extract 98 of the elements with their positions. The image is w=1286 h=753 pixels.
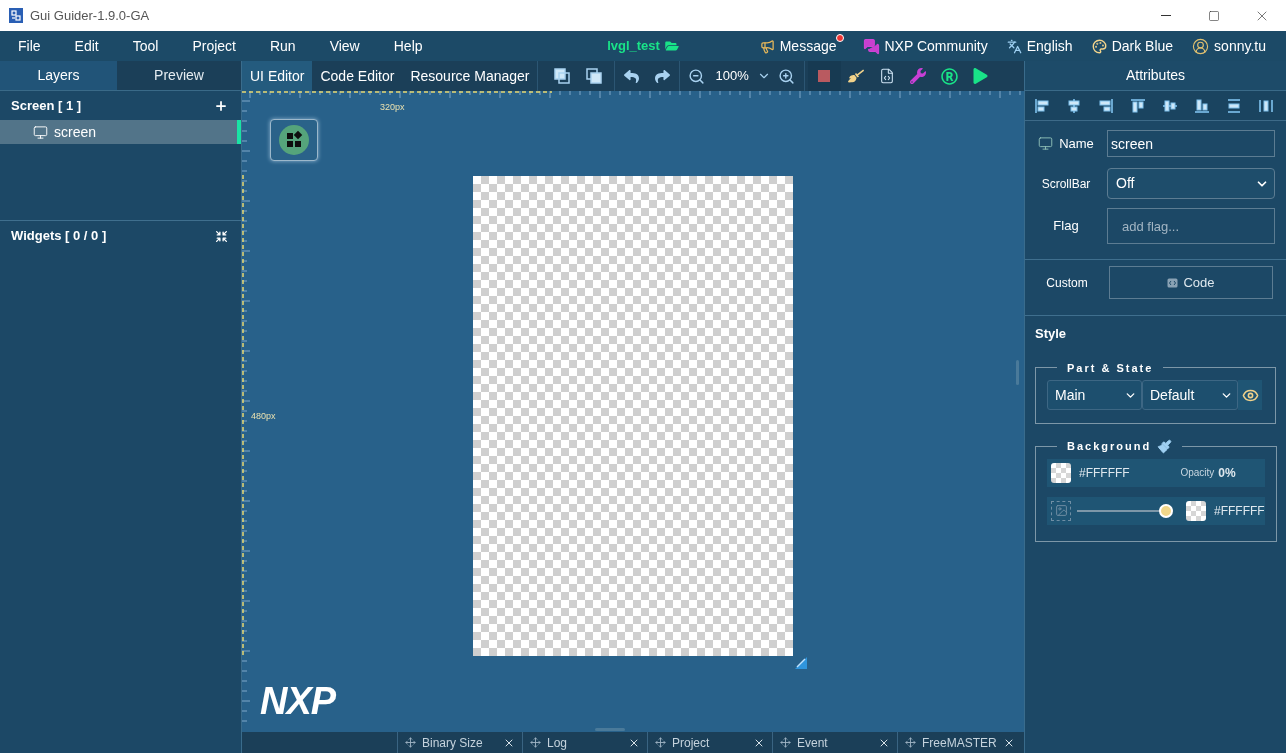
background-legend: Background xyxy=(1067,438,1152,455)
image-color-value: #FFFFFF xyxy=(1214,502,1265,520)
color-swatch-icon[interactable] xyxy=(1186,500,1206,521)
monitor-icon xyxy=(1038,136,1054,151)
distribute-horizontal-icon xyxy=(1258,97,1274,114)
state-select[interactable]: Default xyxy=(1142,380,1238,410)
menu-item[interactable]: Edit xyxy=(57,31,116,61)
bring-forward-icon xyxy=(554,68,571,84)
megaphone-icon xyxy=(759,38,775,54)
code-file-icon xyxy=(879,68,896,84)
preview-toggle-button[interactable] xyxy=(1238,380,1262,410)
splitter-handle[interactable] xyxy=(1016,360,1019,385)
scrollbar-label: ScrollBar xyxy=(1040,175,1092,193)
move-arrows-icon xyxy=(780,737,791,748)
align-bottom-icon xyxy=(1194,97,1210,114)
stop-square-icon xyxy=(818,70,831,82)
user-icon xyxy=(1192,37,1210,55)
zoom-out-icon xyxy=(687,67,705,85)
panel-tab[interactable]: Layers xyxy=(0,61,117,90)
message-menu-button[interactable]: Message xyxy=(755,31,844,61)
menu-item[interactable]: View xyxy=(312,31,377,61)
window-title: Gui Guider-1.9.0-GA xyxy=(30,6,150,25)
distribute-vertical-icon xyxy=(1226,97,1242,114)
align-top-icon xyxy=(1130,97,1146,114)
maximize-icon xyxy=(1208,9,1220,22)
collapse-widgets-button[interactable] xyxy=(215,229,228,243)
opacity-label: Opacity xyxy=(1180,466,1215,480)
minimize-icon xyxy=(1161,15,1171,16)
language-menu-button[interactable]: English xyxy=(1002,31,1073,61)
dock-tab[interactable]: Event xyxy=(772,732,897,753)
redo-icon xyxy=(654,68,672,84)
name-input[interactable]: screen xyxy=(1107,130,1275,157)
menu-item[interactable]: Run xyxy=(252,31,313,61)
menu-item[interactable]: Project xyxy=(175,31,253,61)
widgets-section-title: Widgets [ 0 / 0 ] xyxy=(11,227,107,246)
flag-label: Flag xyxy=(1052,217,1080,236)
align-middle-icon xyxy=(1162,97,1178,114)
dock-tab[interactable]: Binary Size xyxy=(397,732,522,753)
move-arrows-icon xyxy=(405,737,416,748)
name-label: Name xyxy=(1059,134,1094,153)
part-state-legend: Part & State xyxy=(1057,359,1164,376)
palette-icon xyxy=(1091,38,1107,54)
user-menu-button[interactable]: sonny.tu xyxy=(1188,31,1266,61)
move-arrows-icon xyxy=(905,737,916,748)
image-opacity-slider[interactable] xyxy=(1077,503,1173,518)
menu-item[interactable]: File xyxy=(1,31,58,61)
part-select[interactable]: Main xyxy=(1047,380,1142,410)
align-center-icon xyxy=(1066,97,1082,114)
code-button[interactable]: Code xyxy=(1109,266,1273,299)
play-icon xyxy=(972,68,988,84)
attributes-title: Attributes xyxy=(1125,66,1186,85)
screen-section-title: Screen [ 1 ] xyxy=(11,96,82,115)
broom-icon xyxy=(848,68,865,84)
project-name-button[interactable]: lvgl_test xyxy=(607,36,679,56)
zoom-select[interactable]: 100% xyxy=(708,61,773,91)
paintbrush-icon xyxy=(1157,438,1173,454)
menu-item[interactable]: Tool xyxy=(115,31,176,61)
editor-tab[interactable]: UI Editor xyxy=(242,61,313,91)
widgets-icon xyxy=(279,125,309,155)
opacity-value: 0% xyxy=(1218,464,1236,482)
flag-input[interactable]: add flag... xyxy=(1107,208,1275,244)
horizontal-scroll-handle[interactable] xyxy=(595,728,625,731)
add-screen-button[interactable] xyxy=(214,98,228,113)
menu-item[interactable]: Help xyxy=(376,31,440,61)
zoom-in-icon xyxy=(778,67,796,85)
folder-icon xyxy=(664,40,679,52)
dock-tab[interactable]: FreeMASTER xyxy=(897,732,1022,753)
chat-bubbles-icon xyxy=(862,37,880,55)
undo-icon xyxy=(623,68,641,84)
widget-library-button[interactable] xyxy=(270,119,318,161)
move-arrows-icon xyxy=(655,737,666,748)
app-logo-icon xyxy=(9,8,23,23)
community-menu-button[interactable]: NXP Community xyxy=(858,31,988,61)
panel-tab[interactable]: Preview xyxy=(117,61,241,90)
resize-handle-icon xyxy=(795,657,807,669)
nxp-logo: NXP xyxy=(260,682,336,720)
width-label: 320px xyxy=(380,101,405,114)
translate-icon xyxy=(1006,38,1022,54)
add-icon xyxy=(214,98,228,113)
dock-tab[interactable]: Project xyxy=(647,732,772,753)
send-backward-icon xyxy=(586,68,603,84)
height-label: 480px xyxy=(251,410,276,423)
align-right-icon xyxy=(1098,97,1114,114)
shrink-arrows-icon xyxy=(215,229,228,243)
custom-label: Custom xyxy=(1045,274,1089,292)
color-swatch-icon[interactable] xyxy=(1051,462,1071,483)
dock-tab[interactable]: Log xyxy=(522,732,647,753)
slider-thumb[interactable] xyxy=(1159,503,1173,518)
monitor-icon xyxy=(33,124,48,140)
theme-menu-button[interactable]: Dark Blue xyxy=(1087,31,1174,61)
move-arrows-icon xyxy=(530,737,541,748)
color-value: #FFFFFF xyxy=(1079,464,1130,482)
screen-list-item[interactable]: screen xyxy=(0,120,241,144)
wrench-icon xyxy=(910,68,927,84)
code-box-icon xyxy=(1167,277,1179,288)
align-left-icon xyxy=(1034,97,1050,114)
scrollbar-select[interactable]: Off xyxy=(1107,168,1275,199)
style-heading: Style xyxy=(1035,325,1068,343)
